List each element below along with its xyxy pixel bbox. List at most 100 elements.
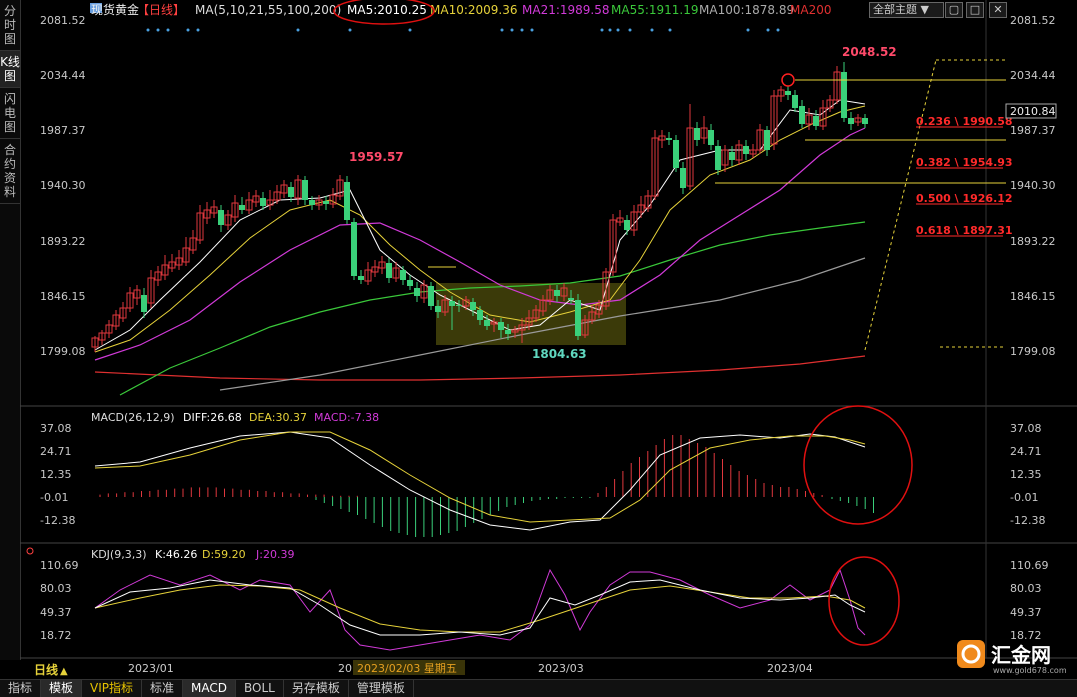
signal-dot: [510, 28, 514, 32]
macd-tick-left: 24.71: [40, 445, 72, 458]
candle-body: [260, 198, 266, 206]
tab-manage-template[interactable]: 管理模板: [349, 680, 414, 697]
fib-label-618: 0.618 \ 1897.31: [916, 224, 1013, 237]
triangle-up-icon[interactable]: ▲: [60, 666, 68, 677]
ma-params: MA(5,10,21,55,100,200): [195, 3, 341, 17]
tab-intraday[interactable]: 分时图: [0, 0, 20, 51]
ma5-value: MA5:2010.25: [347, 3, 427, 17]
candle-body: [358, 276, 364, 280]
kdj-label: KDJ(9,3,3): [91, 548, 147, 561]
fib-label-382: 0.382 \ 1954.93: [916, 156, 1013, 169]
logo-name: 汇金网: [991, 643, 1051, 667]
candle-body: [470, 302, 476, 310]
candle-body: [729, 152, 735, 160]
kdj-tick-left: 18.72: [40, 629, 72, 642]
candle-body: [715, 146, 721, 170]
signal-dot: [746, 28, 750, 32]
macd-histogram: [99, 435, 874, 537]
close-icon[interactable]: ✕: [989, 2, 1007, 18]
price-tick-left: 2081.52: [40, 14, 86, 27]
price-tick-left: 1987.37: [40, 124, 86, 137]
macd-diff: DIFF:26.68: [183, 411, 242, 424]
annotation-ellipse: [803, 405, 913, 525]
signal-dot: [196, 28, 200, 32]
candle-body: [428, 286, 434, 306]
ma55-value: MA55:1911.19: [611, 3, 699, 17]
macd-tick-left: 12.35: [40, 468, 72, 481]
candlesticks: [91, 62, 868, 352]
kdj-tick: 80.03: [1010, 582, 1042, 595]
theme-select[interactable]: 全部主题 ▼: [869, 2, 944, 18]
candle-body: [848, 118, 854, 124]
tab-template[interactable]: 模板: [41, 680, 83, 697]
macd-label: MACD(26,12,9): [91, 411, 175, 424]
signal-dot: [628, 28, 632, 32]
signal-dot: [146, 28, 150, 32]
signal-dot: [668, 28, 672, 32]
kdj-tick-left: 80.03: [40, 582, 72, 595]
price-tick-left: 1893.22: [40, 235, 86, 248]
kdj-d: D:59.20: [202, 548, 246, 561]
macd-tick: 12.35: [1010, 468, 1042, 481]
chart-area[interactable]: 现货黄金 【日线】 MA(5,10,21,55,100,200) MA5:201…: [20, 0, 1077, 679]
tab-kline[interactable]: K线图: [0, 51, 20, 88]
kdj-tick-left: 110.69: [40, 559, 79, 572]
signal-dot: [166, 28, 170, 32]
candle-body: [764, 130, 770, 150]
candle-body: [477, 310, 483, 320]
diff-line: [94, 431, 866, 531]
tab-flash[interactable]: 闪电图: [0, 88, 20, 139]
candle-body: [309, 200, 315, 205]
tab-macd[interactable]: MACD: [183, 680, 237, 697]
signal-dot: [766, 28, 770, 32]
tab-boll[interactable]: BOLL: [236, 680, 284, 697]
signal-dot: [408, 28, 412, 32]
candle-body: [799, 106, 805, 124]
kdj-tick-left: 49.37: [40, 606, 72, 619]
price-tick: 2081.52: [1010, 14, 1056, 27]
candle-body: [302, 180, 308, 200]
candle-body: [505, 330, 511, 334]
tab-standard[interactable]: 标准: [142, 680, 184, 697]
candle-body: [288, 187, 294, 197]
tab-contract-info[interactable]: 合约资料: [0, 139, 20, 204]
price-tick-left: 1799.08: [40, 345, 86, 358]
low-label: 1804.63: [532, 347, 587, 361]
candle-body: [673, 140, 679, 168]
candle-body: [351, 222, 357, 276]
maximize-icon[interactable]: □: [966, 2, 984, 18]
tab-indicator[interactable]: 指标: [0, 680, 42, 697]
price-tick: 1799.08: [1010, 345, 1056, 358]
price-tick: 1893.22: [1010, 235, 1056, 248]
high-label: 2048.52: [842, 45, 897, 59]
candle-body: [414, 288, 420, 296]
ma100-value: MA100:1878.89: [699, 3, 794, 17]
kdj-axis: 110.69110.6980.0380.0349.3749.3718.7218.…: [40, 559, 1049, 642]
candle-body: [323, 201, 329, 204]
tab-save-template[interactable]: 另存模板: [284, 680, 349, 697]
candle-body: [792, 95, 798, 108]
candle-body: [484, 320, 490, 326]
kdj-k: K:46.26: [155, 548, 197, 561]
candle-body: [407, 280, 413, 286]
signal-dot: [776, 28, 780, 32]
macd-value: MACD:-7.38: [314, 411, 379, 424]
signal-dot: [500, 28, 504, 32]
candle-body: [785, 91, 791, 95]
period-label: 【日线】: [137, 3, 185, 17]
candle-body: [841, 72, 847, 118]
date-label: 2023/04: [767, 662, 813, 675]
restore-icon[interactable]: ▢: [945, 2, 963, 18]
macd-tick: 24.71: [1010, 445, 1042, 458]
price-tick-left: 2034.44: [40, 69, 86, 82]
fib-trend-line: [864, 59, 937, 351]
candle-body: [624, 220, 630, 230]
signal-dot: [186, 28, 190, 32]
tab-vip-indicator[interactable]: VIP指标: [82, 680, 143, 697]
signal-dot: [296, 28, 300, 32]
candle-body: [862, 118, 868, 124]
signal-dots: [146, 28, 780, 32]
logo-url: www.gold678.com: [993, 666, 1067, 675]
ma200-label: MA200: [790, 3, 831, 17]
left-tab-bar: 分时图 K线图 闪电图 合约资料: [0, 0, 21, 660]
